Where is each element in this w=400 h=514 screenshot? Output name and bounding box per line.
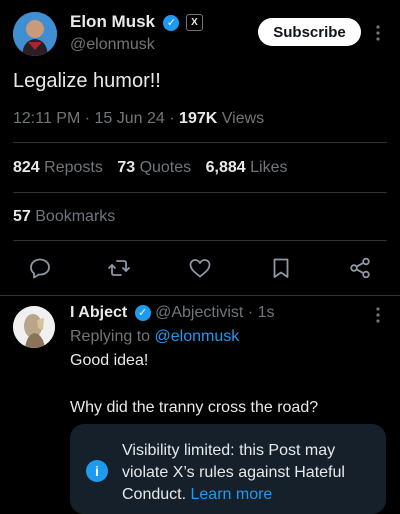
visibility-notice: i Visibility limited: this Post may viol… [70, 424, 386, 514]
bookmarks-stat[interactable]: 57 Bookmarks [13, 208, 115, 226]
verified-badge-icon: ✓ [163, 14, 180, 31]
notice-line-2: violate X’s rules against Hateful [122, 464, 345, 481]
replying-to-label: Replying to [70, 328, 151, 345]
reply-icon[interactable] [28, 256, 52, 280]
reply-author-handle[interactable]: @Abjectivist [155, 304, 243, 321]
quotes-label: Quotes [139, 159, 192, 176]
divider [13, 240, 387, 241]
bookmarks-label: Bookmarks [35, 208, 116, 225]
likes-count: 6,884 [205, 159, 246, 176]
notice-line-3: Conduct. Learn more [122, 484, 345, 506]
engagement-stats: 824 Reposts 73 Quotes 6,884 Likes [13, 159, 287, 177]
meta-separator: · [169, 110, 180, 127]
meta-separator: · [247, 304, 254, 321]
notice-text: Visibility limited: this Post may violat… [122, 440, 345, 506]
likes-stat[interactable]: 6,884 Likes [206, 159, 288, 176]
reposts-label: Reposts [44, 159, 103, 176]
author-handle[interactable]: @elonmusk [70, 36, 155, 54]
quotes-stat[interactable]: 73 Quotes [117, 159, 195, 176]
bookmarks-count: 57 [13, 208, 31, 225]
post-time[interactable]: 12:11 PM [13, 110, 80, 127]
meta-separator: · [84, 110, 95, 127]
reply-text-line-1: Good idea! [70, 352, 149, 369]
divider [0, 295, 400, 296]
reposts-stat[interactable]: 824 Reposts [13, 159, 107, 176]
views-label: Views [221, 110, 265, 127]
subscribe-button[interactable]: Subscribe [258, 18, 361, 46]
divider [13, 142, 387, 143]
learn-more-link[interactable]: Learn more [191, 486, 273, 503]
reposts-count: 824 [13, 159, 40, 176]
replying-to: Replying to @elonmusk [70, 328, 239, 346]
divider [13, 192, 387, 193]
more-options-icon[interactable] [374, 24, 382, 42]
quotes-count: 73 [117, 159, 136, 176]
author-name-row: Elon Musk ✓ X [70, 12, 203, 34]
verified-badge-icon: ✓ [134, 304, 151, 321]
author-name[interactable]: Elon Musk [70, 12, 155, 31]
post-date[interactable]: 15 Jun 24 [95, 110, 165, 127]
bookmark-icon[interactable] [269, 256, 293, 280]
reply-more-options-icon[interactable] [374, 306, 382, 324]
reply-time[interactable]: 1s [258, 304, 275, 321]
reply-author-avatar[interactable] [13, 306, 55, 348]
notice-line-1: Visibility limited: this Post may [122, 442, 336, 459]
reply-text-line-2: Why did the tranny cross the road? [70, 399, 319, 416]
repost-icon[interactable] [107, 256, 131, 280]
info-icon: i [86, 460, 108, 482]
reply-header: I Abject ✓ @Abjectivist · 1s [70, 304, 275, 322]
notice-line-3-text: Conduct. [122, 486, 187, 503]
like-icon[interactable] [188, 256, 212, 280]
likes-label: Likes [250, 159, 288, 176]
post-text: Legalize humor!! [13, 70, 161, 92]
post-meta: 12:11 PM · 15 Jun 24 · 197K Views [13, 110, 264, 128]
reply-author-name[interactable]: I Abject [70, 304, 127, 321]
share-icon[interactable] [348, 256, 372, 280]
views-count: 197K [179, 110, 218, 127]
x-logo-icon: X [185, 14, 203, 32]
author-avatar[interactable] [13, 12, 57, 56]
replying-to-handle[interactable]: @elonmusk [155, 328, 240, 345]
